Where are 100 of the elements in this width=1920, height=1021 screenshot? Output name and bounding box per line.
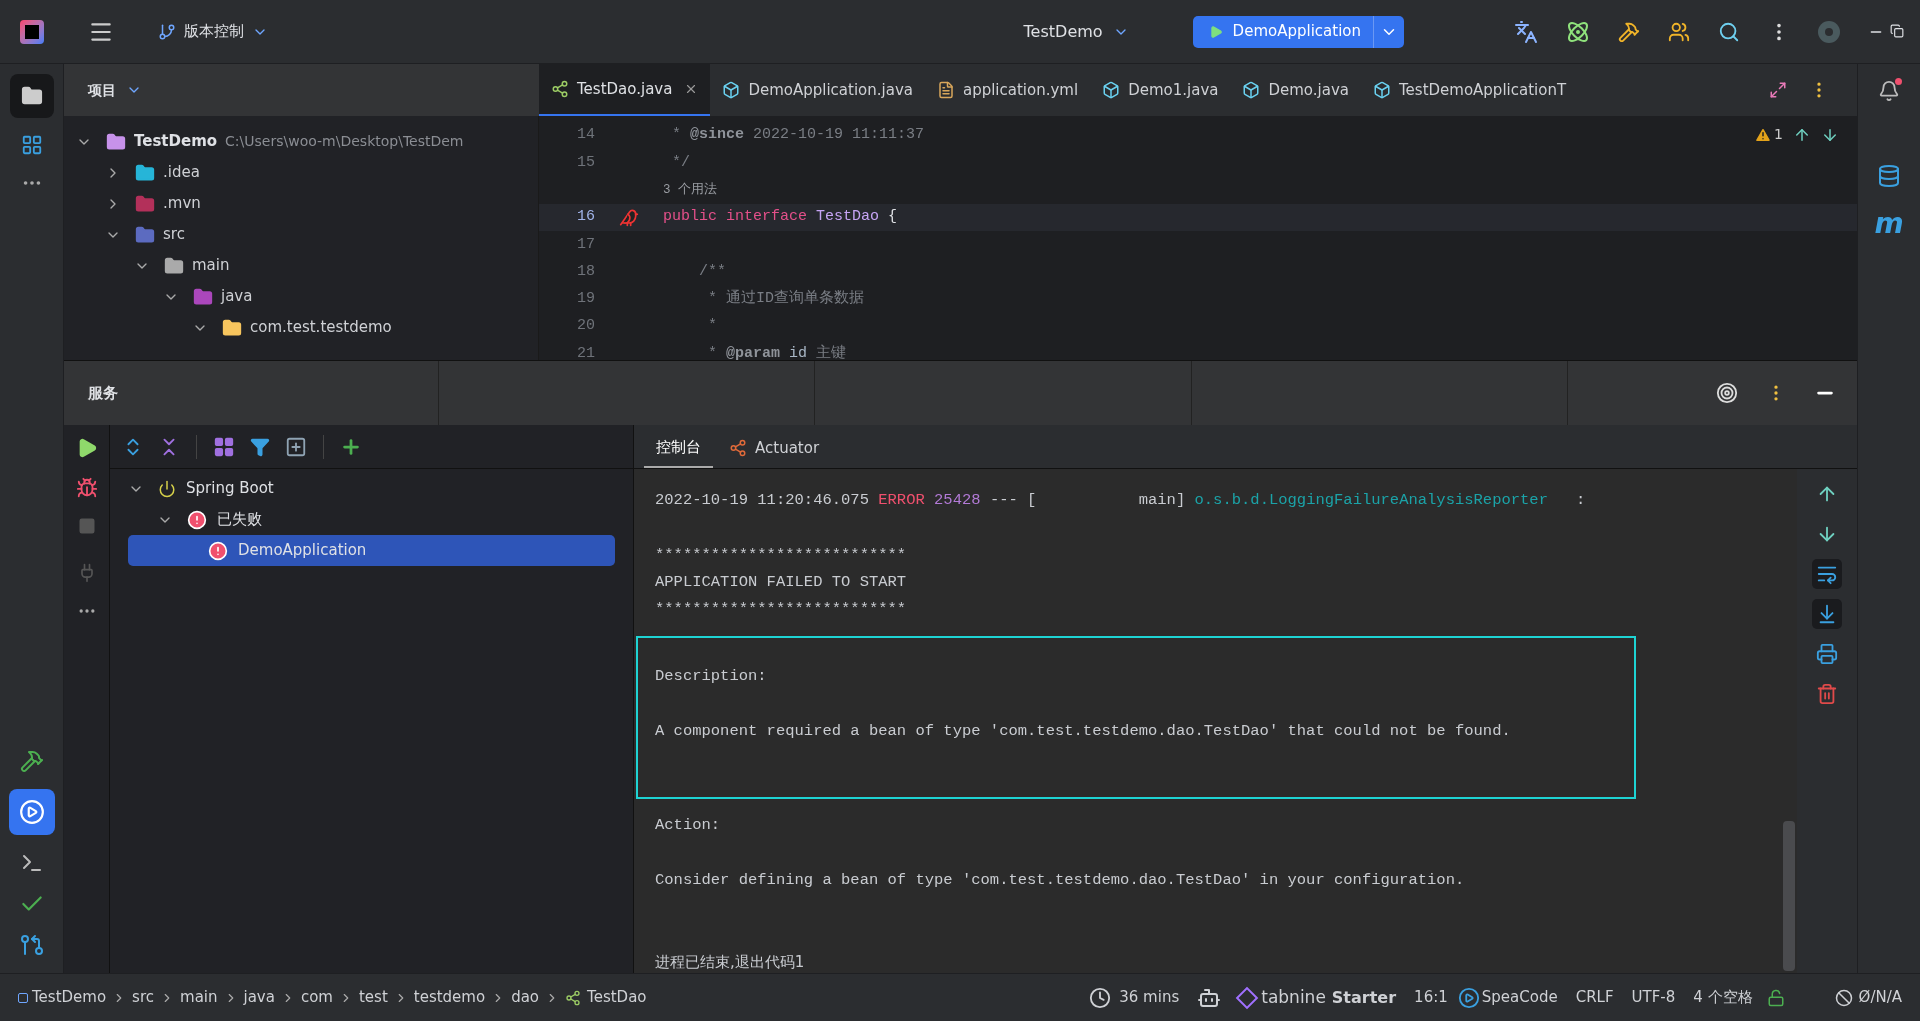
console-line: Consider defining a bean of type 'com.test.testdemo.dao.TestDao' in your configuration. (655, 869, 1466, 891)
breadcrumb[interactable]: TestDao (587, 986, 647, 1009)
play-icon (1208, 24, 1223, 39)
tree-item[interactable]: TestDemo (134, 130, 218, 153)
maven-tool-button[interactable]: m (1874, 210, 1904, 238)
editor-tab[interactable]: application.yml (924, 64, 1091, 116)
line-number: 16 (576, 207, 595, 228)
console-line: A component required a bean of type 'com.test.testdemo.dao.TestDao' that could not be found. (655, 721, 1512, 743)
target-icon[interactable] (1716, 382, 1738, 404)
notifications-icon[interactable] (1878, 80, 1900, 102)
panel-title: 服务 (88, 382, 119, 404)
expand-icon[interactable] (1769, 81, 1787, 99)
grid-icon (213, 435, 235, 458)
code-line: * 通过ID查询单条数据 (707, 288, 864, 310)
ban-icon (1834, 988, 1853, 1007)
editor-tab[interactable]: Demo.java (1230, 64, 1361, 116)
filter-icon (250, 436, 270, 457)
interface-icon (565, 989, 582, 1006)
folder-icon (20, 85, 43, 107)
project-view-selector[interactable]: 项目 (88, 79, 142, 101)
breadcrumb[interactable]: dao (511, 986, 540, 1009)
build-icon[interactable] (19, 749, 44, 773)
tree-item[interactable]: .idea (163, 161, 200, 184)
folder-icon (135, 224, 155, 245)
vcs-menu[interactable]: 版本控制 (158, 20, 268, 43)
console-line: Action: (655, 815, 722, 837)
tree-item[interactable]: com.test.testdemo (250, 316, 392, 339)
soft-wrap-button[interactable] (1812, 559, 1842, 589)
code-line: * (707, 316, 717, 337)
editor-tab[interactable]: TestDao.java (539, 64, 711, 116)
tree-item[interactable]: src (163, 223, 185, 246)
breadcrumb[interactable]: main (180, 986, 218, 1009)
console-tab[interactable]: Actuator (717, 428, 832, 468)
speacode-status[interactable]: SpeaCode (1457, 986, 1558, 1009)
indent-setting[interactable]: 4 个空格 (1693, 986, 1753, 1009)
service-item[interactable]: 已失败 (128, 504, 615, 535)
tree-item[interactable]: .mvn (163, 192, 201, 215)
usage-hint[interactable]: 3 个用法 (663, 180, 717, 200)
atom-icon[interactable] (1566, 19, 1590, 44)
yaml-icon (936, 81, 955, 99)
editor-tab[interactable]: DemoApplication.java (710, 64, 925, 116)
run-configuration-button[interactable]: DemoApplication (1192, 15, 1404, 48)
users-icon[interactable] (1668, 20, 1690, 43)
class-icon (722, 81, 741, 99)
service-item[interactable]: DemoApplication (128, 535, 615, 566)
console-line: 2022-10-19 11:20:46.075 ERROR 25428 --- [ main] o.s.b.d.LoggingFailureAnalysisReporter : (655, 490, 1587, 511)
editor-tab[interactable]: Demo1.java (1090, 64, 1231, 116)
console-line: 进程已结束,退出代码1 (655, 952, 806, 973)
project-selector[interactable]: TestDemo (1023, 19, 1129, 44)
console-line: Description: (655, 666, 768, 688)
tools-icon[interactable] (1618, 20, 1640, 43)
scrollbar[interactable] (1783, 821, 1795, 971)
bell-icon (1878, 80, 1900, 102)
breadcrumb[interactable]: java (243, 986, 275, 1009)
square-plus-icon (285, 435, 307, 458)
services-tool-button[interactable] (8, 789, 55, 835)
tree-item[interactable]: main (192, 254, 230, 277)
breadcrumb[interactable]: com (300, 986, 333, 1009)
actuator-icon (729, 439, 747, 457)
class-icon (1102, 81, 1121, 99)
play-circle-icon (1457, 986, 1480, 1009)
lock-icon[interactable] (1766, 988, 1785, 1007)
printer-icon (1816, 643, 1838, 665)
error-icon (208, 540, 228, 561)
inspection-status[interactable]: Ø/N/A (1834, 986, 1902, 1009)
code-line: /** (698, 261, 726, 282)
service-name: 已失败 (217, 509, 262, 531)
line-number: 19 (576, 289, 595, 310)
service-item[interactable]: Spring Boot (128, 473, 615, 504)
database-icon[interactable] (1877, 164, 1901, 188)
search-icon[interactable] (1718, 20, 1740, 43)
folder-icon (164, 255, 184, 276)
project-tool-button[interactable] (9, 74, 54, 118)
breadcrumb[interactable]: testdemo (413, 986, 486, 1009)
structure-icon[interactable] (20, 134, 43, 156)
trash-icon (1816, 683, 1838, 705)
debug-icon[interactable] (75, 477, 98, 499)
tree-item[interactable]: java (221, 285, 253, 308)
restore-icon[interactable] (1890, 23, 1904, 38)
module-icon (18, 992, 28, 1003)
breadcrumb[interactable]: TestDemo (32, 986, 107, 1009)
time-tracker[interactable]: 36 mins (1089, 986, 1180, 1009)
scroll-to-end-button[interactable] (1812, 599, 1842, 629)
clock-icon (1089, 986, 1112, 1009)
project-path: C:\Users\woo-m\Desktop\TestDem (225, 132, 464, 151)
translate-icon[interactable] (1514, 19, 1538, 44)
breadcrumb[interactable]: test (359, 986, 388, 1009)
warning-count[interactable]: 1 (1754, 124, 1783, 145)
line-number: 18 (576, 261, 595, 282)
gutter-bird-icon[interactable] (619, 207, 639, 228)
console-line: *************************** (655, 544, 908, 566)
git-icon[interactable] (19, 933, 44, 957)
interface-icon (551, 80, 569, 98)
breadcrumb[interactable]: src (132, 986, 154, 1009)
file-encoding[interactable]: UTF-8 (1631, 986, 1676, 1009)
folder-icon (106, 131, 126, 152)
cursor-position[interactable]: 16:1 (1414, 986, 1448, 1009)
editor-tab[interactable]: TestDemoApplicationT (1360, 64, 1579, 116)
line-ending[interactable]: CRLF (1575, 986, 1614, 1009)
tabnine-status[interactable]: tabnine Starter (1239, 984, 1397, 1011)
